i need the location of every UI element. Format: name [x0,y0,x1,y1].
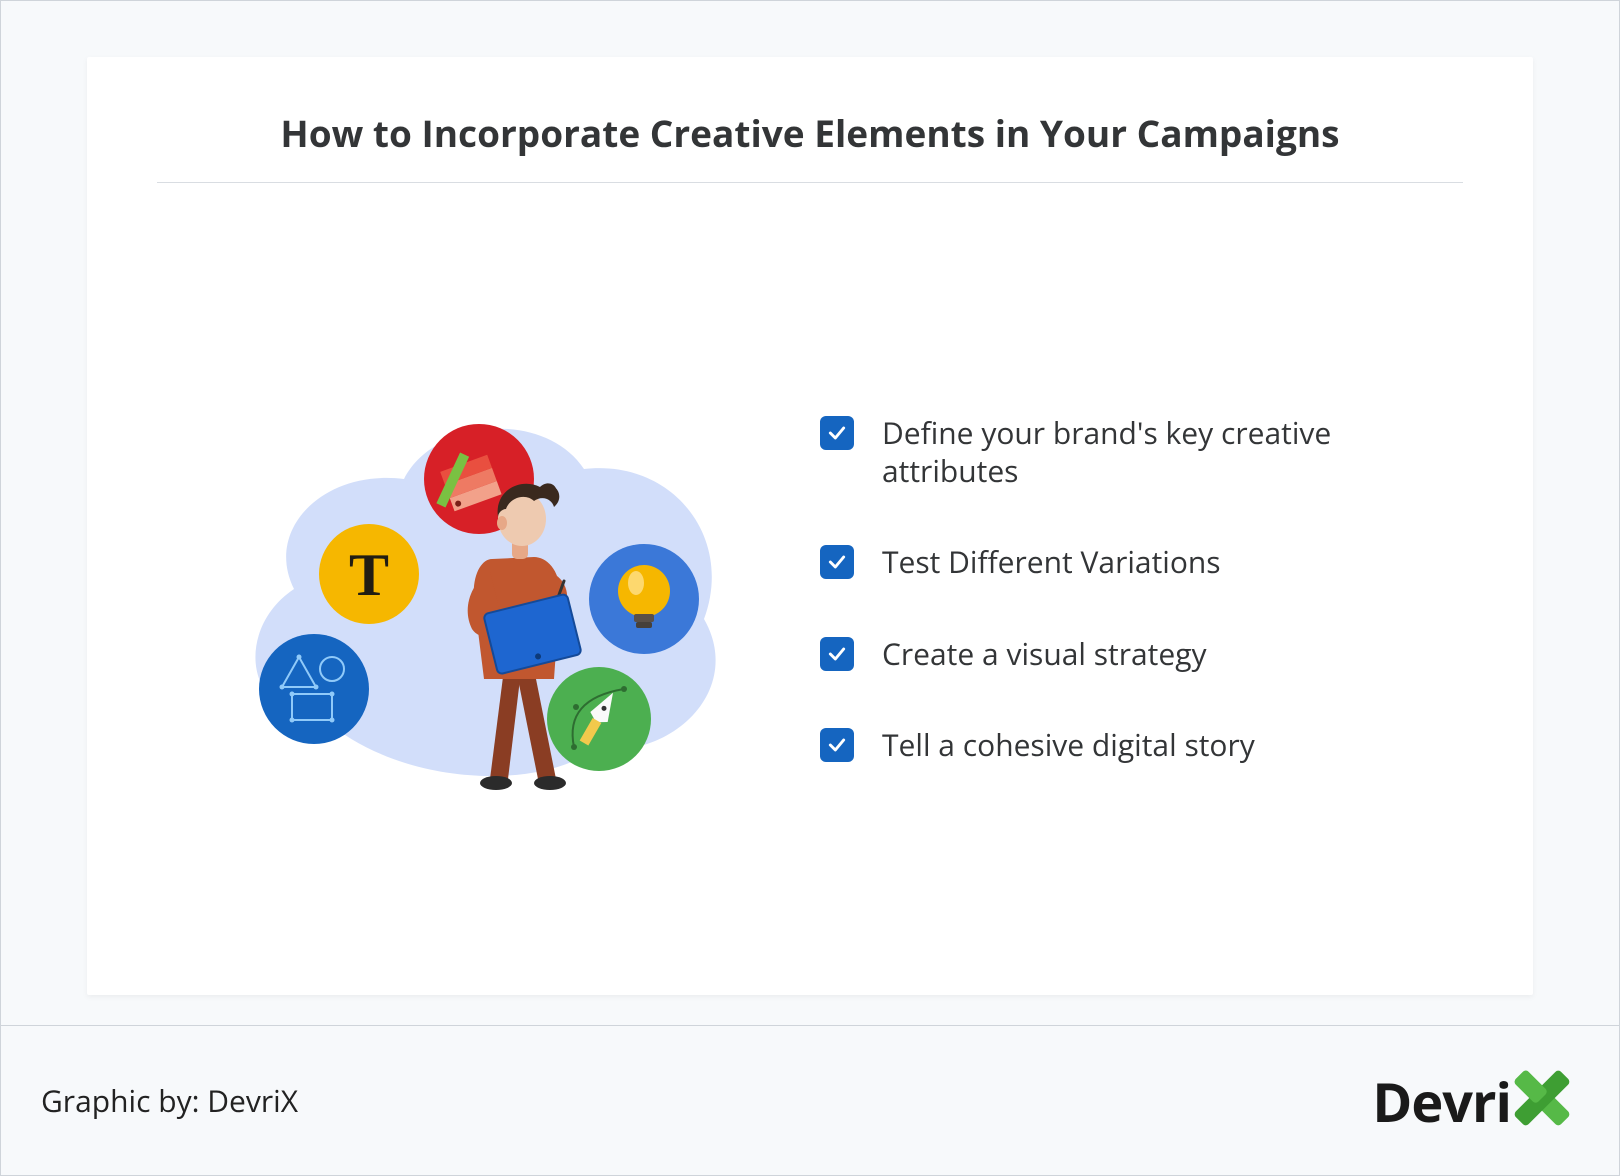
card-title: How to Incorporate Creative Elements in … [157,97,1463,182]
content-card: How to Incorporate Creative Elements in … [87,57,1533,995]
brand-x-icon [1505,1061,1579,1140]
main-area: How to Incorporate Creative Elements in … [1,1,1619,1025]
attribution-text: Graphic by: DevriX [41,1080,298,1121]
lightbulb-icon [589,544,699,654]
footer: Graphic by: DevriX Devri [1,1025,1619,1175]
checkmark-icon [820,545,854,579]
list-item: Create a visual strategy [820,635,1463,673]
designer-illustration-svg: T [204,359,764,819]
list-item-label: Create a visual strategy [882,635,1207,673]
list-item: Tell a cohesive digital story [820,726,1463,764]
svg-text:T: T [348,542,388,608]
list-item-label: Tell a cohesive digital story [882,726,1255,764]
checkmark-icon [820,728,854,762]
list-item: Define your brand's key creative attribu… [820,414,1463,489]
checklist: Define your brand's key creative attribu… [810,414,1463,764]
checkmark-icon [820,637,854,671]
shapes-icon [259,634,369,744]
content-row: T [157,183,1463,945]
checkmark-icon [820,416,854,450]
list-item: Test Different Variations [820,543,1463,581]
page-frame: How to Incorporate Creative Elements in … [0,0,1620,1176]
brand-text: Devri [1372,1064,1511,1138]
illustration: T [157,359,810,819]
list-item-label: Define your brand's key creative attribu… [882,414,1362,489]
typography-icon: T [319,524,419,624]
list-item-label: Test Different Variations [882,543,1221,581]
pen-tool-icon [547,667,651,771]
brand-logo: Devri [1372,1061,1579,1140]
